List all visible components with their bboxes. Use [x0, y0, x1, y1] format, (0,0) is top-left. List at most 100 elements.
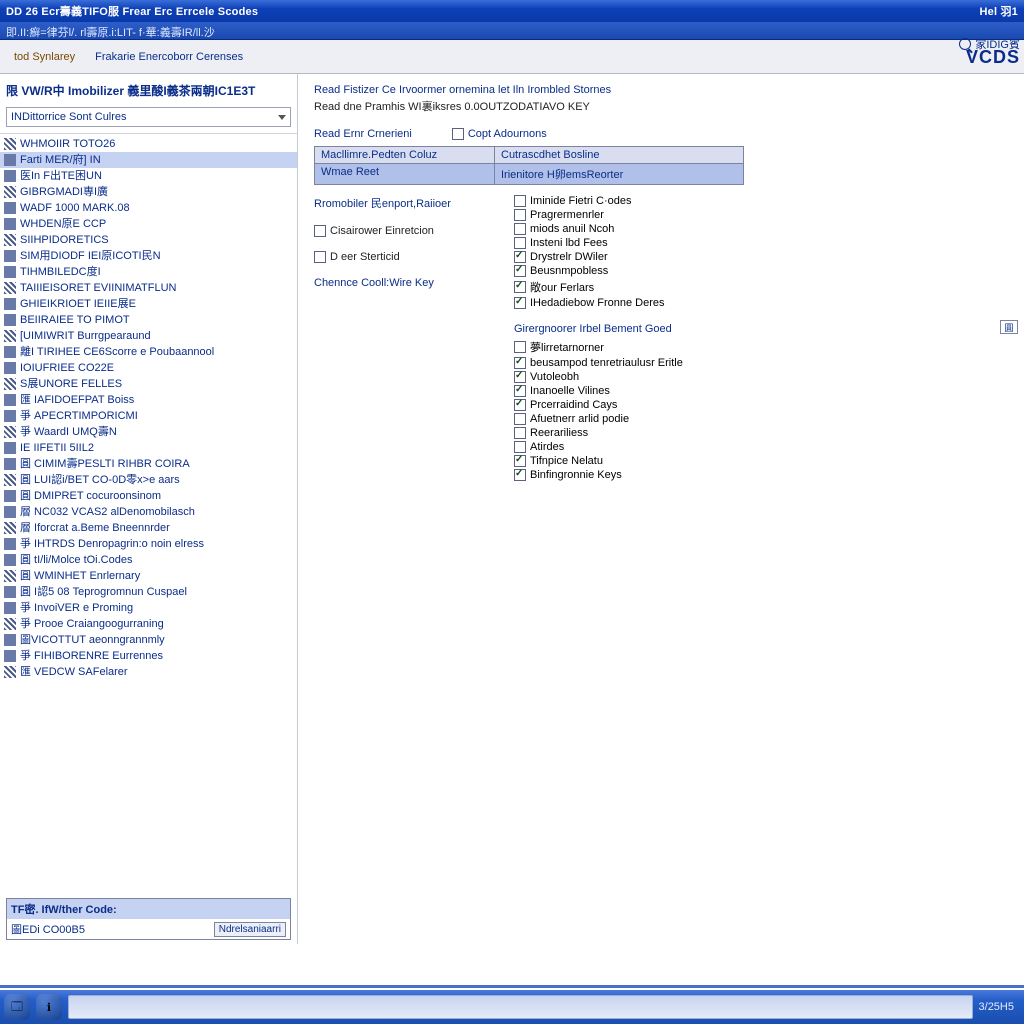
- module-icon: [4, 394, 16, 406]
- tree-item[interactable]: S展UNORE FELLES: [0, 376, 297, 392]
- option-checkbox[interactable]: Tifnpice Nelatu: [514, 455, 683, 467]
- tree-item-label: 爭 FIHIBORENRE Eurrennes: [20, 649, 163, 663]
- sidebar-dropdown[interactable]: INDittorrice Sont Culres: [6, 107, 291, 127]
- option-checkbox[interactable]: Reerariliess: [514, 427, 683, 439]
- tree-item[interactable]: 爭 InvoiVER e Proming: [0, 600, 297, 616]
- tree-item[interactable]: SIIHPIDORETICS: [0, 232, 297, 248]
- hint-badge[interactable]: 圓: [1000, 320, 1018, 334]
- option-checkbox[interactable]: Binfingronnie Keys: [514, 469, 683, 481]
- tree-item[interactable]: WHMOIIR TOTO26: [0, 136, 297, 152]
- taskbar-icon-2[interactable]: ℹ: [36, 994, 62, 1020]
- taskbar-clock: 3/25H5: [979, 1001, 1020, 1013]
- checkbox-icon: [514, 455, 526, 467]
- tree-item[interactable]: 爭 WaardI UMQ壽N: [0, 424, 297, 440]
- option-checkbox[interactable]: Afuetnerr arlid podie: [514, 413, 683, 425]
- tree-item[interactable]: GHIEIKRIOET IEIIE展E: [0, 296, 297, 312]
- option-label: Pragrermenrler: [530, 209, 604, 221]
- taskbar-icon-1[interactable]: 🗔: [4, 994, 30, 1020]
- chevron-down-icon: [278, 115, 286, 120]
- option-label: miods anuil Ncoh: [530, 223, 614, 235]
- search-link[interactable]: 家IDIG賓: [959, 36, 1020, 52]
- sidebar-dropdown-label: INDittorrice Sont Culres: [11, 111, 127, 123]
- grid-head-r[interactable]: Cutrascdhet Bosline: [495, 147, 743, 163]
- option-checkbox[interactable]: Iminide Fietri C·odes: [514, 195, 683, 207]
- option-label: Binfingronnie Keys: [530, 469, 622, 481]
- tab-faults[interactable]: Frakarie Enercoborr Cerenses: [85, 45, 253, 69]
- tree-item[interactable]: BEIIRAIEE TO PIMOT: [0, 312, 297, 328]
- tree-item-label: 爭 Prooe Craiangoogurraning: [20, 617, 164, 631]
- tree-item[interactable]: TIHMBILEDC度I: [0, 264, 297, 280]
- tree-item[interactable]: GIBRGMADI専I廣: [0, 184, 297, 200]
- option-checkbox[interactable]: Drystrelr DWiler: [514, 251, 683, 263]
- deer-stored-checkbox[interactable]: D eer Sterticid: [314, 251, 484, 263]
- tree-item-label: 層 Iforcrat a.Beme Bneennrder: [20, 521, 170, 535]
- tree-item[interactable]: WHDEN原E CCP: [0, 216, 297, 232]
- tree-item[interactable]: IE IIFETII 5IIL2: [0, 440, 297, 456]
- clear-emission-label: Cisairower Einretcion: [330, 225, 434, 237]
- main-desc-2: Read dne Pramhis WI裏iksres 0.0OUTZODATIA…: [314, 98, 1008, 114]
- tree-item[interactable]: TAIIIEISORET EVIINIMATFLUN: [0, 280, 297, 296]
- tree-item[interactable]: 圓 WMINHET Enrlernary: [0, 568, 297, 584]
- clear-emission-checkbox[interactable]: Cisairower Einretcion: [314, 225, 484, 237]
- grid-row-r[interactable]: Irienitore H卵emsReorter: [495, 163, 743, 184]
- tree-item-label: 圓 tI/li/Molce tOi.Codes: [20, 553, 132, 567]
- tree-item[interactable]: 層 Iforcrat a.Beme Bneennrder: [0, 520, 297, 536]
- tree-item[interactable]: 圓 LUI認i/BET CO-0D零x>e aars: [0, 472, 297, 488]
- checkbox-icon: [514, 265, 526, 277]
- tree-item[interactable]: 匯 IAFIDOEFPAT Boiss: [0, 392, 297, 408]
- tab-summary[interactable]: tod Synlarey: [4, 45, 85, 69]
- option-label: Afuetnerr arlid podie: [530, 413, 629, 425]
- copy-actions-checkbox[interactable]: Copt Adournons: [452, 128, 547, 140]
- window-help[interactable]: Hel 羽1: [980, 3, 1019, 19]
- tree-item[interactable]: IOIUFRIEE CO22E: [0, 360, 297, 376]
- module-icon: [4, 202, 16, 214]
- tree-item[interactable]: 離I TIRIHEE CE6Scorre e Poubaannool: [0, 344, 297, 360]
- tree-item-label: WADF 1000 MARK.08: [20, 201, 130, 215]
- tree-item[interactable]: SIM用DIODF IEI原ICOTI民N: [0, 248, 297, 264]
- grid-row-l[interactable]: Wmae Reet: [315, 163, 495, 184]
- tree-item[interactable]: 爭 IHTRDS Denropagrin:o noin elress: [0, 536, 297, 552]
- tree-item-label: Farti MER/府] IN: [20, 153, 101, 167]
- left-label-1: Rromobiler 民enport,Raiioer: [314, 195, 484, 211]
- tree-item[interactable]: Farti MER/府] IN: [0, 152, 297, 168]
- tree-item[interactable]: 爭 FIHIBORENRE Eurrennes: [0, 648, 297, 664]
- code-panel-button[interactable]: Ndrelsaniaarri: [214, 922, 286, 937]
- tree-item[interactable]: 医In F出TE困UN: [0, 168, 297, 184]
- option-checkbox[interactable]: Inanoelle Vilines: [514, 385, 683, 397]
- grid-head-l[interactable]: Macllimre.Pedten Coluz: [315, 147, 495, 163]
- tree-item[interactable]: 圓 I認5 08 Teprogromnun Cuspael: [0, 584, 297, 600]
- option-checkbox[interactable]: IHedadiebow Fronne Deres: [514, 297, 683, 309]
- sidebar-tree[interactable]: WHMOIIR TOTO26Farti MER/府] IN医In F出TE困UN…: [0, 133, 297, 894]
- toolbar: tod Synlarey Frakarie Enercoborr Cerense…: [0, 40, 1024, 74]
- tree-item[interactable]: [UIMIWRIT Burrgpearaund: [0, 328, 297, 344]
- tree-item[interactable]: WADF 1000 MARK.08: [0, 200, 297, 216]
- option-checkbox[interactable]: Vutoleobh: [514, 371, 683, 383]
- module-icon: [4, 618, 16, 630]
- option-checkbox[interactable]: miods anuil Ncoh: [514, 223, 683, 235]
- option-checkbox[interactable]: Prcerraidind Cays: [514, 399, 683, 411]
- tree-item-label: 層 NC032 VCAS2 alDenomobilasch: [20, 505, 195, 519]
- options-subhead: Girergnoorer Irbel Bement Goed: [514, 323, 683, 335]
- option-label: IHedadiebow Fronne Deres: [530, 297, 665, 309]
- option-checkbox[interactable]: Insteni lbd Fees: [514, 237, 683, 249]
- tree-item[interactable]: 圓 tI/li/Molce tOi.Codes: [0, 552, 297, 568]
- option-checkbox[interactable]: Pragrermenrler: [514, 209, 683, 221]
- tree-item[interactable]: 爭 Prooe Craiangoogurraning: [0, 616, 297, 632]
- checkbox-icon: [514, 223, 526, 235]
- module-icon: [4, 458, 16, 470]
- option-checkbox[interactable]: beusampod tenretriaulusr Eritle: [514, 357, 683, 369]
- tree-item[interactable]: 圖VICOTTUT aeonngrannmly: [0, 632, 297, 648]
- option-checkbox[interactable]: 敞our Ferlars: [514, 279, 683, 295]
- option-checkbox[interactable]: 夢lirretarnorner: [514, 339, 683, 355]
- tree-item[interactable]: 圓 CIMIM壽PESLTI RIHBR COIRA: [0, 456, 297, 472]
- option-label: Inanoelle Vilines: [530, 385, 610, 397]
- option-checkbox[interactable]: Beusnmpobless: [514, 265, 683, 277]
- module-icon: [4, 570, 16, 582]
- option-label: Iminide Fietri C·odes: [530, 195, 631, 207]
- tree-item[interactable]: 爭 APECRTIMPORICMI: [0, 408, 297, 424]
- option-checkbox[interactable]: Atirdes: [514, 441, 683, 453]
- tree-item[interactable]: 圓 DMIPRET cocuroonsinom: [0, 488, 297, 504]
- tree-item[interactable]: 匯 VEDCW SAFelarer: [0, 664, 297, 680]
- tree-item[interactable]: 層 NC032 VCAS2 alDenomobilasch: [0, 504, 297, 520]
- module-icon: [4, 154, 16, 166]
